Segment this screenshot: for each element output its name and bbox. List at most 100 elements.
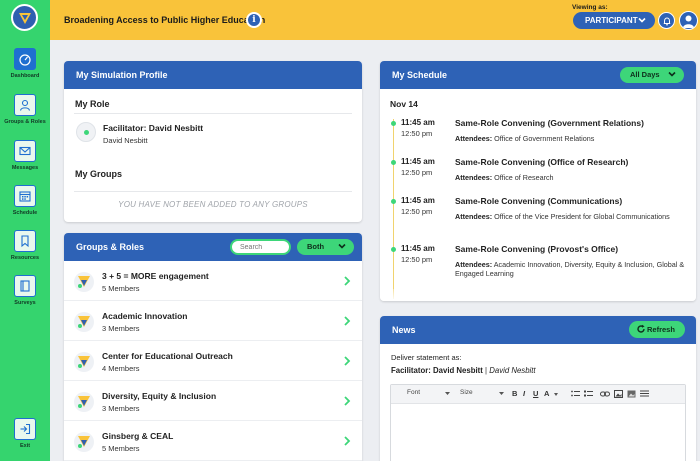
editor-toolbar: Font Size B I U A xyxy=(391,385,685,404)
group-member-count: 5 Members xyxy=(102,444,140,453)
role-person: David Nesbitt xyxy=(103,136,148,145)
card-title: News xyxy=(392,325,416,335)
chevron-right-icon xyxy=(344,276,351,286)
schedule-card: My Schedule All Days Nov 14 11:45 am 12:… xyxy=(380,61,696,301)
notifications-button[interactable] xyxy=(658,12,675,29)
group-list-item[interactable]: Center for Educational Outreach 4 Member… xyxy=(64,341,362,381)
card-header: My Schedule All Days xyxy=(380,61,696,89)
image-icon[interactable] xyxy=(614,390,623,398)
align-icon[interactable] xyxy=(640,390,649,398)
text-color-button[interactable]: A xyxy=(544,389,549,398)
viewing-as-value: PARTICIPANT xyxy=(585,16,638,25)
sidebar-item-schedule[interactable]: Schedule xyxy=(0,185,50,216)
user-icon xyxy=(683,15,694,28)
sidebar-item-label: Exit xyxy=(19,443,31,449)
card-title: Groups & Roles xyxy=(76,242,145,252)
chevron-down-icon xyxy=(338,243,346,249)
info-button[interactable]: i xyxy=(246,12,262,28)
gauge-icon xyxy=(14,48,36,70)
attendees-label: Attendees: xyxy=(455,260,493,269)
sidebar-item-messages[interactable]: Messages xyxy=(0,140,50,171)
sidebar-item-surveys[interactable]: Surveys xyxy=(0,275,50,306)
groups-search-input[interactable] xyxy=(230,239,291,255)
event-attendees: Attendees: Academic Innovation, Diversit… xyxy=(455,260,685,278)
group-name: Diversity, Equity & Inclusion xyxy=(102,391,217,401)
group-member-count: 4 Members xyxy=(102,364,140,373)
schedule-day-label: Nov 14 xyxy=(390,99,418,109)
bold-button[interactable]: B xyxy=(512,389,517,398)
group-icon xyxy=(74,392,94,412)
sidebar-item-groups-roles[interactable]: Groups & Roles xyxy=(0,94,50,125)
app-logo[interactable] xyxy=(11,4,38,31)
group-member-count: 3 Members xyxy=(102,404,140,413)
event-start-time: 11:45 am xyxy=(401,244,435,253)
event-dot xyxy=(391,199,396,204)
attendees-label: Attendees: xyxy=(455,173,493,182)
days-filter-dropdown[interactable]: All Days xyxy=(620,67,684,83)
viewing-as-dropdown[interactable]: PARTICIPANT xyxy=(573,12,655,29)
chevron-right-icon xyxy=(344,436,351,446)
size-caret-icon xyxy=(499,392,504,395)
italic-button[interactable]: I xyxy=(523,389,525,398)
group-icon xyxy=(74,272,94,292)
refresh-button[interactable]: Refresh xyxy=(629,321,685,338)
deliver-as-selection[interactable]: Facilitator: David Nesbitt | David Nesbi… xyxy=(391,366,536,375)
font-select[interactable]: Font xyxy=(407,389,420,396)
card-title: My Schedule xyxy=(392,70,448,80)
divider xyxy=(74,113,352,114)
card-header: Groups & Roles Both xyxy=(64,233,362,261)
event-attendees: Attendees: Office of Research xyxy=(455,173,685,182)
chevron-right-icon xyxy=(344,356,351,366)
group-member-count: 3 Members xyxy=(102,324,140,333)
timeline-line xyxy=(393,119,394,299)
font-caret-icon xyxy=(445,392,450,395)
bullet-list-icon[interactable] xyxy=(571,390,580,398)
online-dot xyxy=(83,129,89,135)
numbered-list-icon[interactable] xyxy=(584,390,593,398)
group-list-item[interactable]: Diversity, Equity & Inclusion 3 Members xyxy=(64,381,362,421)
role-name[interactable]: Facilitator: David Nesbitt xyxy=(103,123,203,133)
refresh-icon xyxy=(637,324,645,333)
sidebar-item-label: Dashboard xyxy=(10,73,40,79)
group-list-item[interactable]: Academic Innovation 3 Members xyxy=(64,301,362,341)
underline-button[interactable]: U xyxy=(533,389,538,398)
event-title: Same-Role Convening (Office of Research) xyxy=(455,157,629,167)
person-icon xyxy=(14,94,36,116)
chevron-right-icon xyxy=(344,396,351,406)
group-list-item[interactable]: Ginsberg & CEAL 5 Members xyxy=(64,421,362,461)
groups-filter-dropdown[interactable]: Both xyxy=(297,239,354,255)
survey-icon xyxy=(14,275,36,297)
viewing-as-label: Viewing as: xyxy=(572,4,608,11)
sidebar-item-dashboard[interactable]: Dashboard xyxy=(0,48,50,79)
my-groups-title: My Groups xyxy=(75,169,123,179)
color-caret-icon xyxy=(554,393,558,396)
chevron-down-icon xyxy=(638,17,646,23)
event-end-time: 12:50 pm xyxy=(401,129,433,138)
group-name: Academic Innovation xyxy=(102,311,188,321)
empty-groups-message: YOU HAVE NOT BEEN ADDED TO ANY GROUPS xyxy=(118,200,308,209)
deliver-statement-label: Deliver statement as: xyxy=(391,353,462,362)
news-editor[interactable]: Font Size B I U A xyxy=(390,384,686,461)
simulation-title: Broadening Access to Public Higher Educa… xyxy=(64,15,266,25)
exit-icon xyxy=(14,418,36,440)
link-icon[interactable] xyxy=(600,390,610,398)
sidebar-item-resources[interactable]: Resources xyxy=(0,230,50,261)
sidebar: Dashboard Groups & Roles Messages Schedu… xyxy=(0,0,50,461)
group-member-count: 5 Members xyxy=(102,284,140,293)
group-icon xyxy=(74,432,94,452)
deliver-separator: | xyxy=(485,366,488,375)
news-card: News Refresh Deliver statement as: Facil… xyxy=(380,316,696,461)
top-bar: Broadening Access to Public Higher Educa… xyxy=(50,0,700,40)
sidebar-item-label: Surveys xyxy=(14,300,36,306)
size-select[interactable]: Size xyxy=(460,389,473,396)
size-select-label: Size xyxy=(460,389,473,396)
event-dot xyxy=(391,121,396,126)
event-title: Same-Role Convening (Provost's Office) xyxy=(455,244,619,254)
divider xyxy=(74,191,352,192)
photo-icon[interactable] xyxy=(627,390,636,398)
role-status-icon xyxy=(76,122,96,142)
exit-button[interactable]: Exit xyxy=(0,418,50,449)
group-list-item[interactable]: 3 + 5 = MORE engagement 5 Members xyxy=(64,261,362,301)
logo-triangle-icon xyxy=(18,12,31,24)
user-avatar[interactable] xyxy=(679,11,698,30)
